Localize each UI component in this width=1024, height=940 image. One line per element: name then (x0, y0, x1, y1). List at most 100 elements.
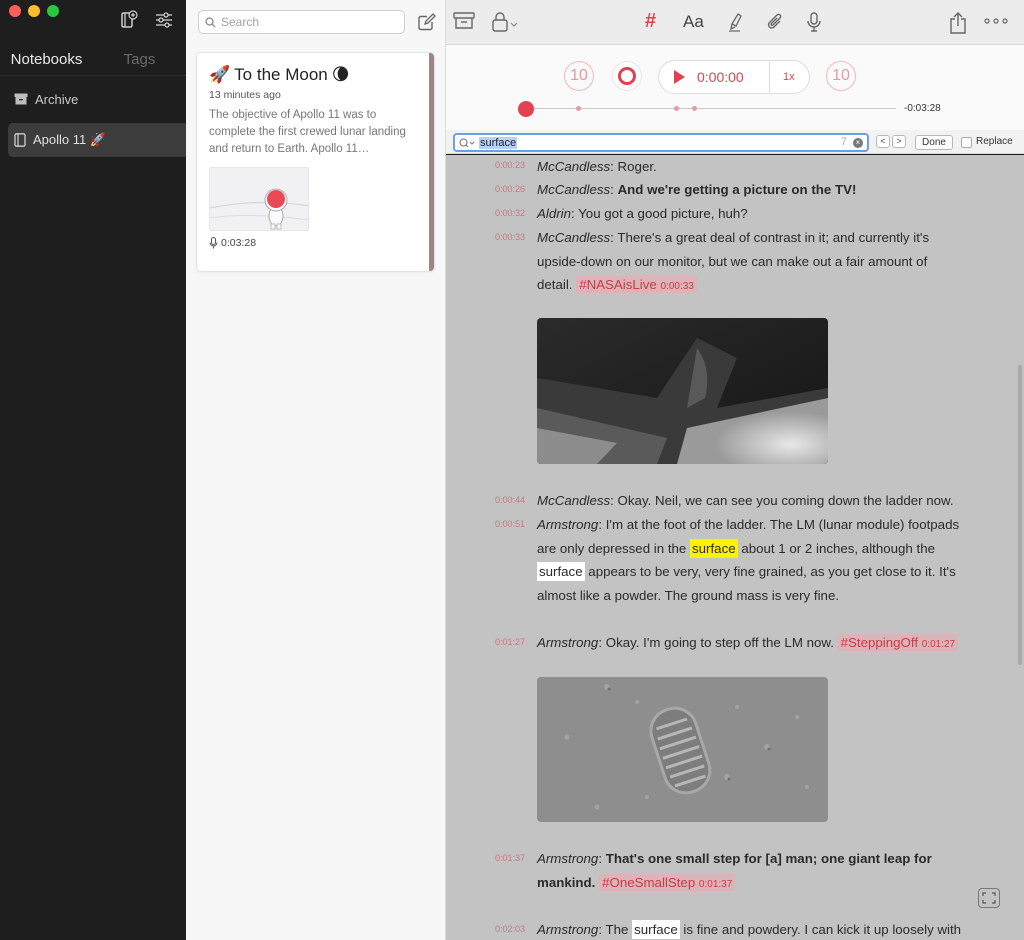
speaker-name: McCandless (537, 159, 611, 174)
search-placeholder: Search (221, 15, 260, 29)
sidebar-item-archive[interactable]: Archive (8, 82, 186, 116)
line-text: : You got a good picture, huh? (571, 206, 748, 221)
more-options-icon[interactable] (984, 18, 1008, 24)
search-icon (205, 16, 216, 27)
sidebar-tools (118, 10, 174, 30)
playback-time: 0:00:00 (697, 69, 744, 85)
skip-back-label: 10 (570, 67, 588, 84)
skip-forward-label: 10 (832, 67, 850, 84)
note-excerpt: The objective of Apollo 11 was to comple… (209, 109, 406, 155)
rocket-icon: 🚀 (209, 65, 231, 84)
speaker-name: McCandless (537, 182, 611, 197)
timestamp-marker[interactable] (692, 106, 697, 111)
hashtag[interactable]: #OneSmallStep 0:01:37 (599, 873, 736, 891)
share-icon[interactable] (948, 12, 968, 34)
attachment-icon[interactable] (766, 12, 784, 32)
skip-back-button[interactable]: 10 (564, 61, 594, 91)
hashtag[interactable]: #NASAisLive 0:00:33 (576, 276, 697, 293)
highlighter-icon[interactable] (728, 12, 744, 32)
timestamp-link[interactable]: 0:00:26 (495, 184, 525, 194)
filter-settings-icon[interactable] (154, 10, 174, 30)
sidebar-item-apollo-11[interactable]: Apollo 11 🚀 (8, 123, 186, 157)
sidebar-item-label: Apollo 11 🚀 (33, 132, 107, 147)
compose-icon[interactable] (417, 12, 437, 32)
editor-scrollbar[interactable] (1018, 365, 1022, 665)
hashtag-button[interactable]: # (645, 10, 656, 33)
next-match-button[interactable]: > (892, 135, 906, 148)
scrubber-handle[interactable] (518, 101, 534, 117)
archive-note-icon[interactable] (453, 12, 475, 30)
line-text: : Okay. Neil, we can see you coming down… (610, 493, 954, 508)
timestamp-link[interactable]: 0:00:51 (495, 519, 525, 529)
close-window-button[interactable] (9, 5, 21, 17)
timestamp-link[interactable]: 0:01:37 (495, 853, 525, 863)
footprint-image[interactable] (537, 677, 828, 822)
line-text-bold: And we're getting a picture on the TV! (617, 182, 857, 197)
find-bar: surface 7 × < > Done Replace (446, 130, 1024, 154)
format-text-button[interactable]: Aa (683, 12, 704, 32)
tab-tags[interactable]: Tags (93, 46, 186, 76)
moon-icon: 🌘 (331, 65, 350, 84)
timestamp-link[interactable]: 0:00:32 (495, 208, 525, 218)
record-icon (618, 67, 636, 85)
timestamp-link[interactable]: 0:00:44 (495, 495, 525, 505)
search-match: surface (537, 562, 585, 581)
skip-forward-button[interactable]: 10 (826, 61, 856, 91)
timestamp-link[interactable]: 0:01:27 (495, 637, 525, 647)
moon-tv-image[interactable] (537, 318, 828, 464)
timestamp-link[interactable]: 0:00:33 (495, 232, 525, 242)
note-audio-duration: 0:03:28 (209, 237, 422, 249)
archive-icon (14, 93, 28, 105)
window-controls (9, 5, 59, 17)
note-timestamp: 13 minutes ago (209, 89, 281, 101)
timestamp-link[interactable]: 0:00:23 (495, 160, 525, 170)
note-editor[interactable]: 0:00:23 McCandless: Roger. 0:00:26 McCan… (446, 155, 1024, 940)
replace-checkbox[interactable] (961, 137, 972, 148)
search-match: surface (632, 920, 680, 939)
playback-control: 0:00:00 1x (658, 60, 810, 94)
time-remaining: -0:03:28 (904, 103, 941, 114)
note-title-text: To the Moon (234, 65, 328, 84)
note-search-input[interactable]: Search (198, 10, 405, 34)
notebook-icon (14, 133, 26, 147)
note-thumbnail (209, 167, 309, 231)
find-input[interactable]: surface 7 × (453, 133, 869, 152)
editor-toolbar: # Aa (418, 0, 1024, 45)
note-card[interactable]: 🚀 To the Moon 🌘 13 minutes ago The objec… (197, 53, 434, 271)
previous-match-button[interactable]: < (876, 135, 890, 148)
find-query: surface (479, 136, 518, 149)
microphone-icon (209, 237, 218, 249)
timestamp-link[interactable]: 0:02:03 (495, 924, 525, 934)
search-icon (459, 137, 475, 147)
timestamp-marker[interactable] (674, 106, 679, 111)
record-button[interactable] (612, 61, 642, 91)
play-icon[interactable] (674, 70, 685, 84)
speaker-name: Armstrong (537, 635, 599, 650)
speaker-name: Armstrong (537, 517, 599, 532)
done-button[interactable]: Done (915, 135, 953, 150)
speaker-name: McCandless (537, 493, 611, 508)
playback-scrubber[interactable] (526, 108, 896, 109)
speaker-name: Aldrin (537, 206, 571, 221)
sidebar-tabs: Notebooks Tags (0, 46, 186, 76)
record-audio-icon[interactable] (806, 12, 822, 34)
line-text: : Okay. I'm going to step off the LM now… (598, 635, 834, 650)
line-text: : Roger. (610, 159, 657, 174)
new-notebook-icon[interactable] (118, 10, 138, 30)
playback-speed-button[interactable]: 1x (783, 71, 795, 83)
sidebar-divider (0, 75, 186, 76)
speaker-name: Armstrong (537, 922, 599, 937)
search-match-current: surface (690, 538, 738, 558)
tab-notebooks[interactable]: Notebooks (0, 46, 93, 76)
speaker-name: Armstrong (537, 851, 599, 866)
expand-icon[interactable] (978, 888, 1000, 908)
replace-label: Replace (976, 136, 1013, 147)
minimize-window-button[interactable] (28, 5, 40, 17)
clear-search-icon[interactable]: × (853, 138, 863, 148)
note-title: 🚀 To the Moon 🌘 (209, 65, 422, 85)
lock-icon[interactable] (492, 12, 520, 32)
audio-duration-text: 0:03:28 (221, 237, 257, 249)
zoom-window-button[interactable] (47, 5, 59, 17)
timestamp-marker[interactable] (576, 106, 581, 111)
hashtag[interactable]: #SteppingOff 0:01:27 (837, 634, 959, 651)
